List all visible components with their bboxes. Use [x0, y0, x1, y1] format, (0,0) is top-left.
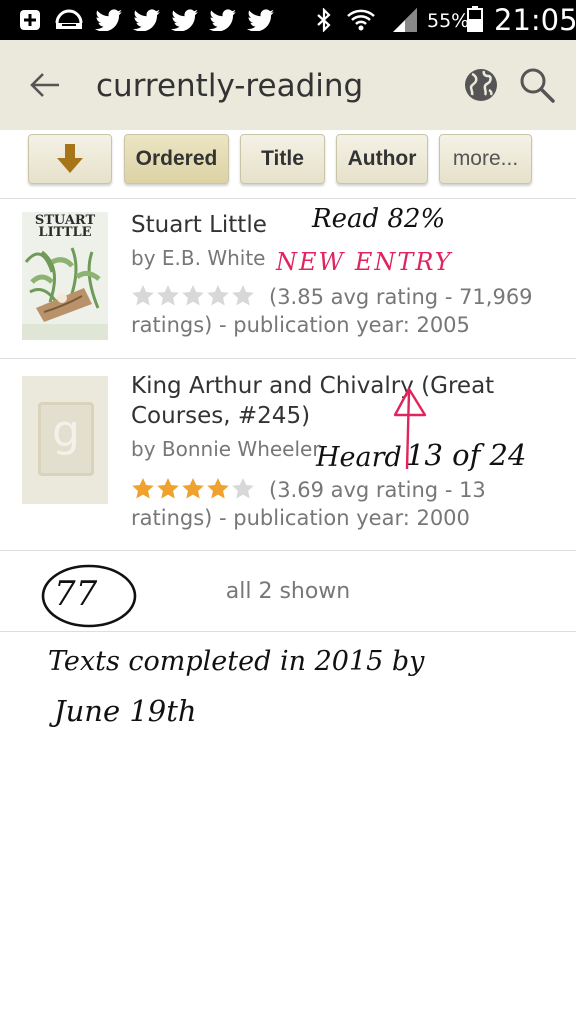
shelf-title: currently-reading [96, 68, 364, 104]
rating-text: (3.69 avg rating - 13 ratings) - publica… [131, 478, 486, 530]
twitter-icon [170, 8, 200, 32]
globe-button[interactable] [460, 64, 502, 106]
annotation-read-percent: Read 82% [312, 204, 446, 234]
book-cover[interactable]: STUART LITTLE [22, 212, 108, 340]
app-bar: currently-reading [0, 40, 576, 130]
status-bar: 55% 21:05 [0, 0, 576, 40]
annotation-note-line2: June 19th [54, 694, 197, 728]
search-button[interactable] [516, 64, 558, 106]
annotation-heard: Heard [316, 442, 402, 473]
bluetooth-icon [312, 8, 336, 32]
download-arrow-icon [57, 144, 83, 173]
signal-icon [390, 8, 420, 32]
twitter-icon [94, 8, 124, 32]
sort-bar: Ordered Title Author more... [0, 130, 576, 199]
book-cover[interactable]: g [22, 376, 108, 504]
book-title[interactable]: King Arthur and Chivalry (Great Courses,… [131, 371, 551, 431]
search-icon [520, 68, 555, 103]
clock: 21:05 [494, 3, 576, 37]
twitter-icon [132, 8, 162, 32]
download-button[interactable] [28, 134, 112, 184]
annotation-arrow [393, 387, 427, 470]
globe-icon [465, 69, 497, 101]
twitter-icon [208, 8, 238, 32]
battery-icon [466, 6, 484, 32]
more-button[interactable]: more... [439, 134, 532, 184]
sort-author-button[interactable]: Author [336, 134, 428, 184]
annotation-circled-number: 77 [54, 574, 98, 614]
annotation-new-entry: NEW ENTRY [276, 248, 453, 276]
rating-text: (3.85 avg rating - 71,969 ratings) - pub… [131, 285, 533, 337]
sort-title-button[interactable]: Title [240, 134, 325, 184]
book-author[interactable]: by Bonnie Wheeler [131, 437, 321, 461]
cover-title: STUART LITTLE [34, 213, 96, 240]
add-icon [18, 8, 42, 32]
twitter-icon [246, 8, 276, 32]
cover-letter: g [52, 406, 80, 457]
back-button[interactable] [22, 62, 68, 108]
book-author[interactable]: by E.B. White [131, 246, 265, 270]
wifi-icon [345, 8, 377, 32]
annotation-note-line1: Texts completed in 2015 by [48, 646, 425, 677]
book-row[interactable]: STUART LITTLE Stuart Little by E.B. Whit… [0, 198, 576, 359]
tray-icon [54, 8, 84, 32]
battery-percent: 55% [427, 10, 470, 32]
sort-ordered-button[interactable]: Ordered [124, 134, 229, 184]
back-arrow-icon [30, 73, 59, 97]
